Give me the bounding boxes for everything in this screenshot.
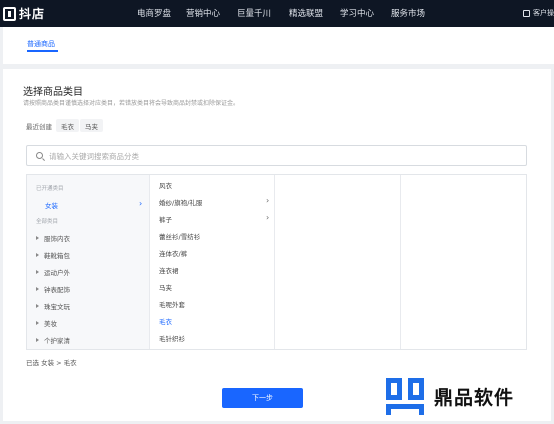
category-item[interactable]: 珠宝文玩 bbox=[36, 301, 70, 311]
subcategory-item[interactable]: 马夹 bbox=[159, 282, 172, 292]
section-description: 请按照商品类目谨慎选择对应类目，若错放类目将会导致商品封禁或扣除保证金。 bbox=[23, 100, 240, 107]
subcategory-item[interactable]: 毛针织衫 bbox=[159, 333, 185, 343]
category-item-womens[interactable]: 女装 bbox=[45, 200, 58, 210]
nav-item-alliance[interactable]: 精选联盟 bbox=[289, 7, 323, 19]
subcategory-item[interactable]: 连体衣/裤 bbox=[159, 248, 187, 258]
subcategory-item[interactable]: 毛呢外套 bbox=[159, 299, 185, 309]
douyin-logo-icon bbox=[3, 6, 16, 21]
subcategory-item[interactable]: 婚纱/旗袍/礼服 bbox=[159, 197, 202, 207]
customer-service-link[interactable]: 客户操 bbox=[523, 8, 554, 18]
opened-categories-label: 已开通类目 bbox=[36, 186, 64, 192]
caret-right-icon bbox=[36, 236, 39, 240]
all-categories-label: 全部类目 bbox=[36, 219, 59, 225]
nav-item-qianchuan[interactable]: 巨量千川 bbox=[237, 7, 271, 19]
app-logo[interactable]: 抖店 bbox=[3, 5, 45, 22]
recent-chip-sweater[interactable]: 毛衣 bbox=[56, 119, 79, 132]
caret-right-icon bbox=[36, 321, 39, 325]
nav-item-compass[interactable]: 电商罗盘 bbox=[137, 7, 171, 19]
category-item[interactable]: 运动户外 bbox=[36, 267, 70, 277]
category-picker: 已开通类目 女装 › 全部类目 服饰内衣 鞋靴箱包 运动户外 钟表配饰 珠宝文玩… bbox=[26, 174, 527, 350]
category-item[interactable]: 鞋靴箱包 bbox=[36, 250, 70, 260]
top-navbar: 抖店 电商罗盘 营销中心 巨量千川 精选联盟 学习中心 服务市场 客户操 bbox=[0, 0, 554, 27]
chevron-right-icon: › bbox=[139, 199, 143, 208]
category-search-input[interactable] bbox=[49, 149, 519, 163]
category-item[interactable]: 钟表配饰 bbox=[36, 284, 70, 294]
chevron-right-icon: › bbox=[266, 196, 270, 205]
caret-right-icon bbox=[36, 270, 39, 274]
subcategory-item[interactable]: 连衣裙 bbox=[159, 265, 179, 275]
app-name: 抖店 bbox=[19, 7, 46, 21]
category-column-level2: 风衣 婚纱/旗袍/礼服 › 裤子 › 蕾丝衫/雪纺衫 连体衣/裤 连衣裙 马夹 … bbox=[151, 175, 275, 349]
product-type-tabs: 普通商品 bbox=[3, 27, 554, 64]
caret-right-icon bbox=[36, 338, 39, 342]
category-search bbox=[26, 145, 527, 166]
help-icon bbox=[523, 9, 530, 17]
caret-right-icon bbox=[36, 253, 39, 257]
chevron-right-icon: › bbox=[266, 213, 270, 222]
category-column-level3 bbox=[276, 175, 401, 349]
category-column-level1: 已开通类目 女装 › 全部类目 服饰内衣 鞋靴箱包 运动户外 钟表配饰 珠宝文玩… bbox=[27, 175, 150, 349]
subcategory-item-selected[interactable]: 毛衣 bbox=[159, 316, 172, 326]
tab-regular-product[interactable]: 普通商品 bbox=[27, 39, 55, 49]
subcategory-item[interactable]: 蕾丝衫/雪纺衫 bbox=[159, 231, 200, 241]
dingpin-logo-icon bbox=[386, 378, 424, 415]
selected-category-path: 已选 女装 > 毛衣 bbox=[26, 359, 77, 367]
subcategory-item[interactable]: 裤子 bbox=[159, 214, 172, 224]
nav-item-service-market[interactable]: 服务市场 bbox=[391, 7, 425, 19]
nav-item-learning[interactable]: 学习中心 bbox=[340, 7, 374, 19]
category-item[interactable]: 服饰内衣 bbox=[36, 233, 70, 243]
nav-item-marketing[interactable]: 营销中心 bbox=[186, 7, 220, 19]
watermark-text: 鼎品软件 bbox=[434, 386, 515, 409]
search-icon bbox=[36, 152, 43, 159]
next-step-button[interactable]: 下一步 bbox=[222, 388, 303, 408]
help-label: 客户操 bbox=[533, 9, 554, 17]
caret-right-icon bbox=[36, 304, 39, 308]
recent-chip-vest[interactable]: 马夹 bbox=[80, 119, 103, 132]
tab-active-indicator bbox=[27, 50, 58, 52]
category-item[interactable]: 个护家清 bbox=[36, 335, 70, 345]
section-title: 选择商品类目 bbox=[23, 87, 83, 98]
subcategory-item[interactable]: 风衣 bbox=[159, 180, 172, 190]
watermark: 鼎品软件 bbox=[384, 376, 514, 416]
caret-right-icon bbox=[36, 287, 39, 291]
recent-label: 最近创建 bbox=[26, 123, 52, 131]
category-item[interactable]: 美妆 bbox=[36, 318, 57, 328]
